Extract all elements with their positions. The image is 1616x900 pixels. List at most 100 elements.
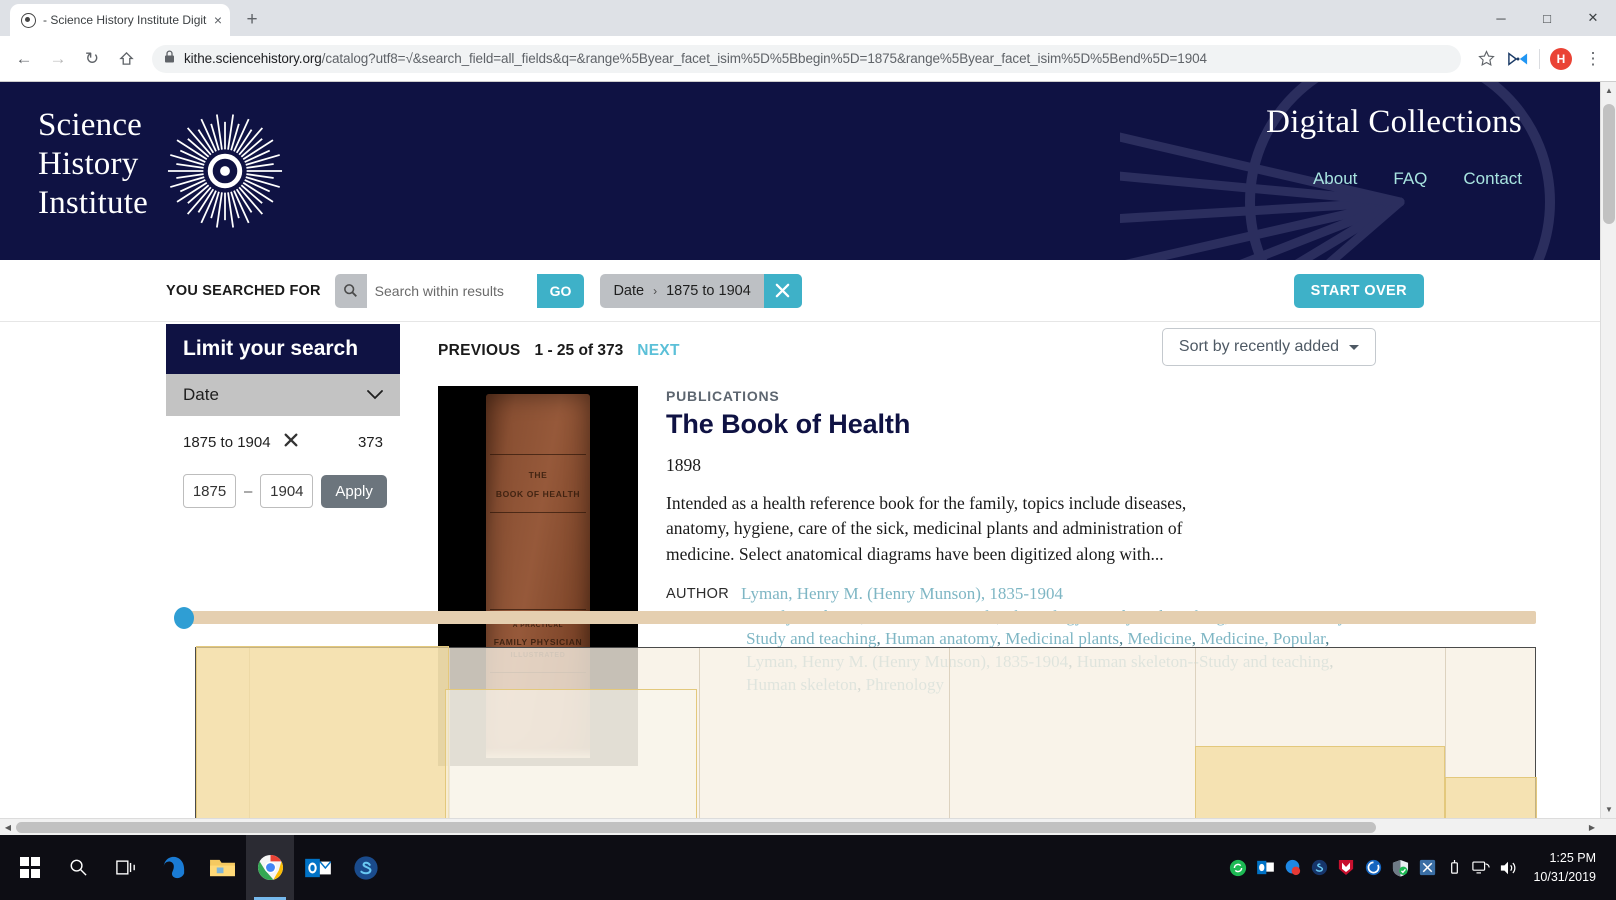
back-icon[interactable]: ←: [8, 43, 40, 75]
scroll-down-icon[interactable]: ▼: [1601, 801, 1616, 818]
range-begin-input[interactable]: [183, 474, 236, 508]
outlook-button[interactable]: [294, 835, 342, 900]
scroll-up-icon[interactable]: ▲: [1601, 82, 1616, 99]
windows-defender-tray-icon[interactable]: [1388, 856, 1412, 880]
nav-link-contact[interactable]: Contact: [1463, 169, 1522, 189]
browser-toolbar: ← → ↻ kithe.sciencehistory.org/catalog?u…: [0, 36, 1616, 82]
sophos-tray-icon[interactable]: [1361, 856, 1385, 880]
skype-button[interactable]: [342, 835, 390, 900]
new-tab-button[interactable]: +: [238, 6, 266, 34]
field-label-author: AUTHOR: [666, 586, 730, 603]
facet-header-date[interactable]: Date: [166, 374, 400, 416]
sort-dropdown[interactable]: Sort by recently added: [1161, 328, 1376, 366]
scroll-left-icon[interactable]: ◀: [0, 819, 16, 836]
applied-facet-count: 373: [357, 433, 383, 451]
usb-eject-tray-icon[interactable]: [1442, 856, 1466, 880]
url-path: /catalog?utf8=√&search_field=all_fields&…: [321, 51, 1207, 66]
reload-icon[interactable]: ↻: [76, 43, 108, 75]
remove-facet-icon[interactable]: [283, 432, 299, 452]
subject-link[interactable]: Phrenology--Study and teaching: [1005, 607, 1225, 626]
search-within-go-button[interactable]: GO: [536, 273, 585, 308]
remove-facet-icon[interactable]: [763, 273, 802, 308]
result-title-link[interactable]: The Book of Health: [666, 409, 1600, 440]
site-logo[interactable]: Science History Institute: [38, 106, 284, 230]
file-explorer-button[interactable]: [198, 835, 246, 900]
vertical-scrollbar-thumb[interactable]: [1603, 104, 1615, 224]
folder-icon: [209, 859, 235, 877]
star-icon[interactable]: [1471, 44, 1501, 74]
outlook-tray-icon[interactable]: [1253, 856, 1277, 880]
histogram-bar[interactable]: [1445, 777, 1537, 818]
horizontal-scrollbar[interactable]: ◀ ▶: [0, 818, 1616, 835]
subject-link[interactable]: Human skeleton--Study and teaching: [1077, 652, 1330, 671]
next-page-button[interactable]: NEXT: [637, 342, 680, 360]
volume-tray-icon[interactable]: [1496, 856, 1520, 880]
previous-page-button[interactable]: PREVIOUS: [438, 342, 521, 360]
subject-link[interactable]: Medicine: [1128, 629, 1192, 648]
start-over-button[interactable]: START OVER: [1293, 274, 1424, 308]
extension-icon[interactable]: [1503, 44, 1533, 74]
toolbar-divider: [1539, 48, 1540, 69]
window-controls: ─ □ ✕: [1478, 0, 1616, 36]
nav-link-about[interactable]: About: [1313, 169, 1357, 189]
url-text: kithe.sciencehistory.org/catalog?utf8=√&…: [184, 51, 1207, 66]
task-view-button[interactable]: [102, 835, 150, 900]
page-viewport: Science History Institute Chemistry · En…: [0, 82, 1616, 818]
search-button[interactable]: [54, 835, 102, 900]
search-within-results-group: GO: [334, 273, 585, 308]
lock-icon: [164, 49, 175, 68]
system-tray: 1:25 PM 10/31/2019: [1226, 835, 1616, 900]
maximize-button[interactable]: □: [1524, 0, 1570, 36]
mcafee-tray-icon[interactable]: [1334, 856, 1358, 880]
starburst-logo-icon: [167, 114, 282, 228]
spine-title-line-4: FAMILY PHYSICIAN: [493, 637, 583, 647]
horizontal-scrollbar-thumb[interactable]: [16, 822, 1376, 833]
subject-link[interactable]: Poisonous animals: [869, 607, 996, 626]
browser-tab[interactable]: - Science History Institute Digital ×: [10, 4, 230, 36]
edge-button[interactable]: [150, 835, 198, 900]
minimize-button[interactable]: ─: [1478, 0, 1524, 36]
scroll-right-icon[interactable]: ▶: [1584, 819, 1600, 836]
address-bar[interactable]: kithe.sciencehistory.org/catalog?utf8=√&…: [152, 44, 1461, 73]
network-tray-icon[interactable]: [1469, 856, 1493, 880]
subject-link[interactable]: Human skeleton: [746, 675, 857, 694]
taskbar-clock[interactable]: 1:25 PM 10/31/2019: [1523, 849, 1610, 887]
date-range-form: – Apply: [183, 474, 387, 508]
url-host: kithe.sciencehistory.org: [184, 51, 322, 66]
search-within-input[interactable]: [366, 273, 537, 308]
applied-facet-chip[interactable]: Date › 1875 to 1904: [600, 273, 802, 308]
chrome-button[interactable]: [246, 835, 294, 900]
apply-range-button[interactable]: Apply: [321, 474, 387, 508]
browser-menu-icon[interactable]: ⋮: [1578, 44, 1608, 74]
searched-for-label: YOU SEARCHED FOR: [166, 282, 321, 299]
subject-link[interactable]: Human anatomy: [885, 629, 997, 648]
subject-link[interactable]: Medicine, Popular: [1200, 629, 1325, 648]
vertical-scrollbar[interactable]: ▲ ▼: [1600, 82, 1616, 818]
subject-link[interactable]: Phrenology: [866, 675, 944, 694]
applied-facet-label: 1875 to 1904: [183, 433, 271, 451]
subject-link[interactable]: Medicinal plants: [1005, 629, 1119, 648]
messenger-tray-icon[interactable]: [1280, 856, 1304, 880]
skype-icon: [354, 855, 378, 880]
page-title: Digital Collections: [1266, 104, 1522, 140]
facet-header-label: Date: [183, 385, 219, 404]
result-thumbnail[interactable]: THE BOOK OF HEALTH A PRACTICAL FAMILY PH…: [438, 386, 638, 766]
subject-link[interactable]: Family medicine: [746, 607, 861, 626]
subject-link[interactable]: Lyman, Henry M. (Henry Munson), 1835-190…: [746, 652, 1068, 671]
close-icon[interactable]: ×: [214, 13, 222, 27]
avatar[interactable]: H: [1546, 44, 1576, 74]
sync-tray-icon[interactable]: [1226, 856, 1250, 880]
forward-icon[interactable]: →: [42, 43, 74, 75]
close-window-button[interactable]: ✕: [1570, 0, 1616, 36]
clock-date: 10/31/2019: [1533, 869, 1596, 884]
range-end-input[interactable]: [260, 474, 314, 508]
facet-chip-text: Date › 1875 to 1904: [600, 283, 763, 299]
task-view-icon: [116, 860, 135, 875]
nav-link-faq[interactable]: FAQ: [1393, 169, 1427, 189]
citrix-tray-icon[interactable]: [1415, 856, 1439, 880]
start-button[interactable]: [6, 835, 54, 900]
home-icon[interactable]: [110, 43, 142, 75]
skype-tray-icon[interactable]: [1307, 856, 1331, 880]
author-link[interactable]: Lyman, Henry M. (Henry Munson), 1835-190…: [741, 584, 1063, 603]
logo-wordmark: Science History Institute: [38, 106, 148, 223]
